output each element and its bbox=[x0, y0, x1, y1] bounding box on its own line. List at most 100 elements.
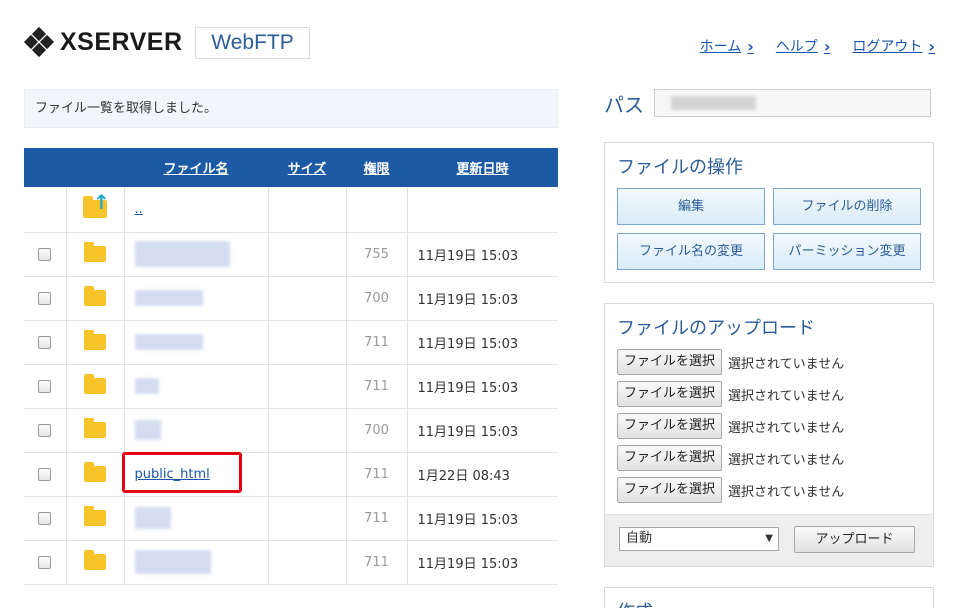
table-row-parent: ↑ .. bbox=[24, 187, 558, 233]
modified-date: 11月19日 15:03 bbox=[407, 276, 558, 321]
redacted-filename[interactable] bbox=[134, 550, 211, 574]
permission-value: 711 bbox=[346, 452, 408, 497]
nav-logout-label: ログアウト bbox=[852, 39, 923, 55]
status-message: ファイル一覧を取得しました。 bbox=[24, 89, 558, 128]
create-panel: 作成 bbox=[604, 587, 934, 608]
redacted-filename[interactable] bbox=[134, 378, 159, 394]
no-file-label: 選択されていません bbox=[728, 452, 845, 468]
file-chooser: ファイルを選択 選択されていません bbox=[617, 445, 844, 471]
highlight-annotation bbox=[122, 452, 242, 493]
header-size[interactable]: サイズ bbox=[268, 148, 346, 187]
edit-button[interactable]: 編集 bbox=[617, 188, 765, 225]
permission-value: 711 bbox=[346, 364, 408, 409]
redacted-path bbox=[671, 96, 756, 110]
sort-filename-link[interactable]: ファイル名 bbox=[163, 162, 228, 177]
upload-footer: 自動 ▼ アップロード bbox=[605, 514, 933, 566]
dropdown-arrow-icon: ▼ bbox=[765, 533, 773, 544]
modified-date: 1月22日 08:43 bbox=[407, 452, 558, 497]
header-date[interactable]: 更新日時 bbox=[407, 148, 558, 187]
sort-size-link[interactable]: サイズ bbox=[288, 162, 327, 177]
choose-file-button[interactable]: ファイルを選択 bbox=[617, 477, 723, 503]
table-row: 711 11月19日 15:03 bbox=[24, 320, 558, 365]
row-checkbox[interactable] bbox=[38, 247, 52, 261]
redacted-filename[interactable] bbox=[134, 290, 203, 306]
row-checkbox[interactable] bbox=[38, 423, 52, 437]
choose-file-button[interactable]: ファイルを選択 bbox=[617, 413, 723, 439]
file-upload-panel: ファイルのアップロード ファイルを選択 選択されていません ファイルを選択 選択… bbox=[604, 303, 934, 567]
redacted-filename[interactable] bbox=[134, 241, 230, 267]
permission-value: 700 bbox=[346, 276, 408, 321]
table-row: 755 11月19日 15:03 bbox=[24, 232, 558, 277]
modified-date: 11月19日 15:03 bbox=[407, 408, 558, 453]
sort-date-link[interactable]: 更新日時 bbox=[456, 162, 508, 177]
file-chooser: ファイルを選択 選択されていません bbox=[617, 413, 844, 439]
permission-value: 711 bbox=[346, 540, 408, 585]
table-row: 711 11月19日 15:03 bbox=[24, 364, 558, 409]
folder-icon[interactable] bbox=[84, 286, 106, 306]
redacted-filename[interactable] bbox=[134, 420, 161, 440]
modified-date: 11月19日 15:03 bbox=[407, 320, 558, 365]
delete-file-button[interactable]: ファイルの削除 bbox=[773, 188, 921, 225]
folder-icon[interactable] bbox=[84, 418, 106, 438]
table-row: 711 11月19日 15:03 bbox=[24, 496, 558, 541]
file-chooser: ファイルを選択 選択されていません bbox=[617, 477, 844, 503]
path-field[interactable] bbox=[654, 89, 931, 117]
choose-file-button[interactable]: ファイルを選択 bbox=[617, 381, 723, 407]
header-checkbox-col bbox=[24, 148, 66, 187]
file-operations-panel: ファイルの操作 編集 ファイルの削除 ファイル名の変更 パーミッション変更 bbox=[604, 142, 934, 283]
modified-date: 11月19日 15:03 bbox=[407, 496, 558, 541]
row-checkbox[interactable] bbox=[38, 335, 52, 349]
file-list-table: ファイル名 サイズ 権限 更新日時 ↑ .. 755 11月19日 15:03 bbox=[24, 148, 558, 585]
nav-help-link[interactable]: ヘルプ › bbox=[776, 36, 831, 56]
folder-icon[interactable] bbox=[84, 330, 106, 350]
row-checkbox[interactable] bbox=[38, 467, 52, 481]
nav-logout-link[interactable]: ログアウト › bbox=[852, 36, 935, 56]
row-checkbox[interactable] bbox=[38, 555, 52, 569]
xserver-logo: XSERVER bbox=[23, 26, 183, 58]
logo-text: XSERVER bbox=[60, 27, 183, 56]
path-label: パス bbox=[604, 93, 644, 117]
encoding-selected-value: 自動 bbox=[626, 531, 653, 546]
row-checkbox[interactable] bbox=[38, 511, 52, 525]
table-row: public_html 711 1月22日 08:43 bbox=[24, 452, 558, 497]
chevron-right-icon: › bbox=[823, 36, 831, 56]
parent-directory-link[interactable]: .. bbox=[135, 202, 143, 217]
change-permission-button[interactable]: パーミッション変更 bbox=[773, 233, 921, 270]
rename-button[interactable]: ファイル名の変更 bbox=[617, 233, 765, 270]
folder-icon[interactable] bbox=[84, 462, 106, 482]
choose-file-button[interactable]: ファイルを選択 bbox=[617, 445, 723, 471]
encoding-select[interactable]: 自動 ▼ bbox=[619, 527, 779, 551]
permission-value: 711 bbox=[346, 496, 408, 541]
upload-button[interactable]: アップロード bbox=[794, 526, 915, 553]
redacted-filename[interactable] bbox=[134, 334, 203, 350]
sort-permission-link[interactable]: 権限 bbox=[363, 162, 389, 177]
folder-icon[interactable] bbox=[84, 550, 106, 570]
no-file-label: 選択されていません bbox=[728, 420, 845, 436]
create-title: 作成 bbox=[617, 598, 933, 608]
modified-date: 11月19日 15:03 bbox=[407, 364, 558, 409]
folder-icon[interactable] bbox=[84, 242, 106, 262]
modified-date: 11月19日 15:03 bbox=[407, 232, 558, 277]
permission-value: 700 bbox=[346, 408, 408, 453]
top-nav: ホーム › ヘルプ › ログアウト › bbox=[700, 36, 935, 56]
header-filename[interactable]: ファイル名 bbox=[124, 148, 268, 187]
folder-icon[interactable] bbox=[84, 506, 106, 526]
choose-file-button[interactable]: ファイルを選択 bbox=[617, 349, 723, 375]
header-permission[interactable]: 権限 bbox=[346, 148, 407, 187]
chevron-right-icon: › bbox=[747, 36, 754, 56]
table-row: 700 11月19日 15:03 bbox=[24, 408, 558, 453]
redacted-filename[interactable] bbox=[134, 507, 171, 529]
parent-folder-icon[interactable]: ↑ bbox=[83, 192, 110, 219]
modified-date: 11月19日 15:03 bbox=[407, 540, 558, 585]
operations-title: ファイルの操作 bbox=[617, 157, 743, 178]
nav-home-label: ホーム bbox=[699, 39, 742, 55]
folder-icon[interactable] bbox=[84, 374, 106, 394]
row-checkbox[interactable] bbox=[38, 291, 52, 305]
permission-value: 755 bbox=[346, 232, 408, 277]
nav-home-link[interactable]: ホーム › bbox=[700, 36, 754, 56]
row-checkbox[interactable] bbox=[38, 379, 52, 393]
file-chooser: ファイルを選択 選択されていません bbox=[617, 349, 844, 375]
table-header-row: ファイル名 サイズ 権限 更新日時 bbox=[24, 148, 558, 187]
no-file-label: 選択されていません bbox=[728, 388, 845, 404]
no-file-label: 選択されていません bbox=[728, 356, 845, 372]
